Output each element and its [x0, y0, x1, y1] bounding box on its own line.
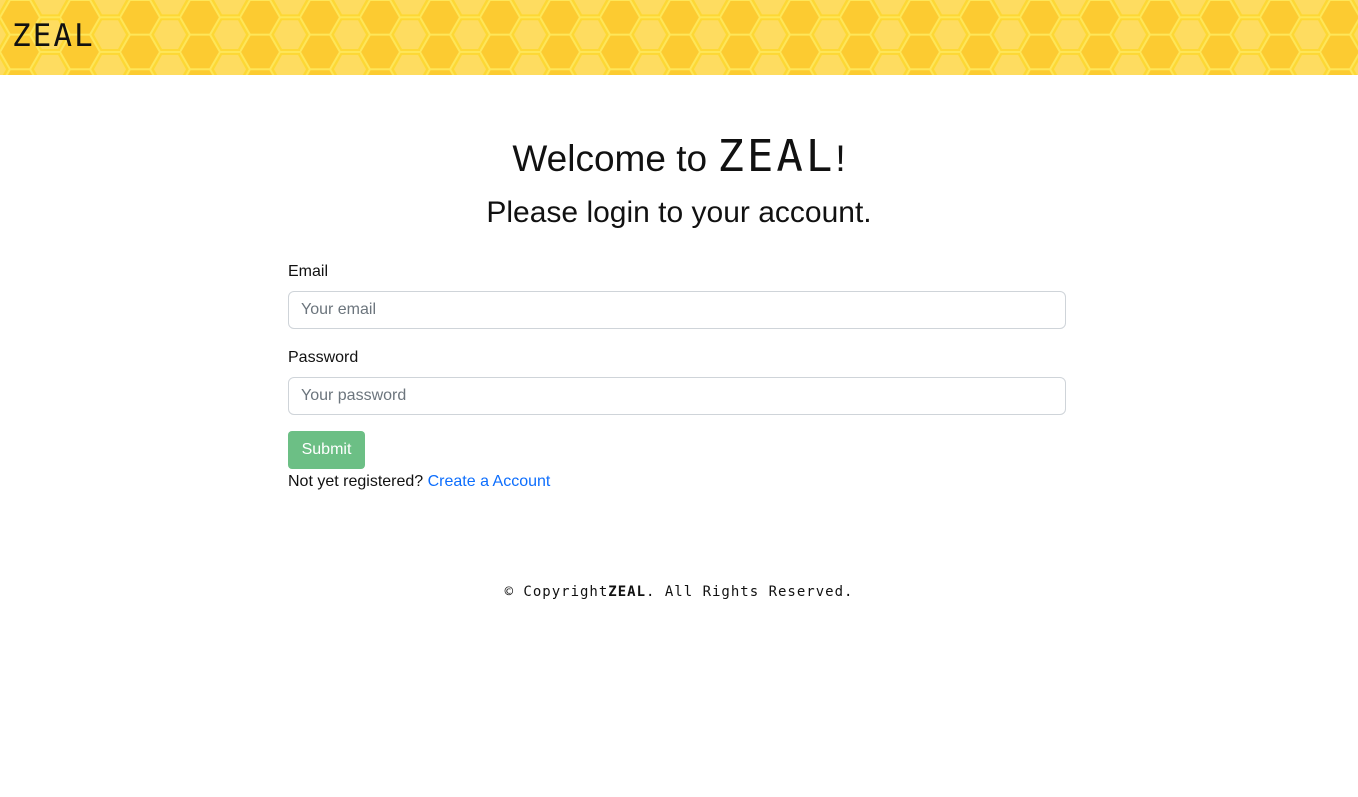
- create-account-link[interactable]: Create a Account: [428, 473, 551, 490]
- footer: © CopyrightZEAL. All Rights Reserved.: [0, 582, 1358, 602]
- welcome-brand: ZEAL: [717, 131, 836, 182]
- email-label: Email: [288, 263, 329, 280]
- honeycomb-pattern: [0, 0, 1358, 75]
- welcome-suffix: !: [835, 138, 846, 179]
- submit-button[interactable]: Submit: [288, 431, 365, 469]
- footer-rights: . All Rights Reserved.: [646, 584, 854, 600]
- password-field[interactable]: [288, 377, 1066, 415]
- top-banner: ZEAL: [0, 0, 1358, 75]
- logo[interactable]: ZEAL: [12, 17, 95, 55]
- register-prompt-text: Not yet registered?: [288, 473, 428, 490]
- register-prompt: Not yet registered? Create a Account: [288, 472, 550, 492]
- footer-brand: ZEAL: [608, 584, 646, 600]
- page-subtitle: Please login to your account.: [486, 196, 872, 229]
- email-field[interactable]: [288, 291, 1066, 329]
- welcome-prefix: Welcome to: [512, 138, 718, 179]
- welcome-heading: Welcome to ZEAL!: [0, 127, 1358, 189]
- footer-copyright-prefix: © Copyright: [504, 584, 609, 600]
- password-label: Password: [288, 349, 359, 366]
